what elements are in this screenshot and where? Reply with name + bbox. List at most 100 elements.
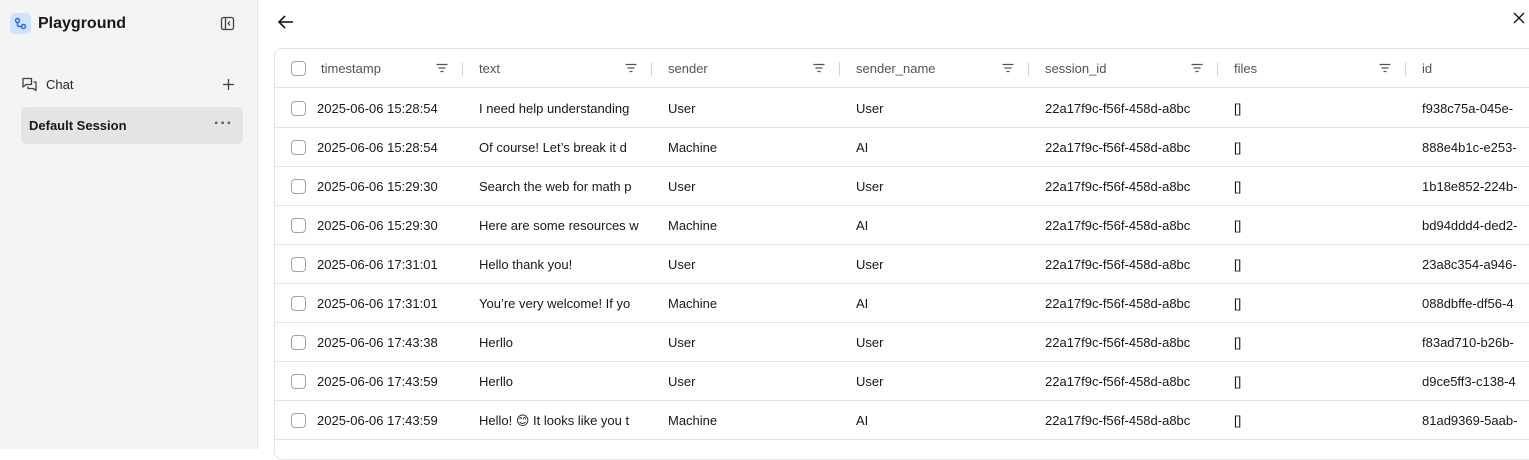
cell-files: [] [1234,256,1242,272]
cell-timestamp: 2025-06-06 15:29:30 [317,217,438,233]
table-row[interactable]: 2025-06-06 17:43:59 Herllo User User 22a17f9… [275,362,1529,401]
table-row[interactable]: 2025-06-06 15:29:30 Search the web for ma… [275,167,1529,206]
cell-timestamp: 2025-06-06 15:29:30 [317,178,438,194]
cell-files: [] [1234,412,1242,428]
row-checkbox[interactable] [291,217,306,233]
column-divider[interactable] [1217,62,1218,76]
cell-text: Herllo [479,334,513,350]
cell-text: Of course! Let’s break it d [479,139,627,155]
filter-icon[interactable] [1190,61,1204,75]
row-checkbox[interactable] [291,178,306,194]
cell-id: 888e4b1c-e253- [1422,139,1517,155]
close-icon [1513,12,1525,24]
cell-session-id: 22a17f9c-f56f-458d-a8bc [1045,295,1191,311]
column-divider[interactable] [839,62,840,76]
column-header-text[interactable]: text [479,49,639,88]
table-row[interactable]: 2025-06-06 17:31:01 Hello thank you! User U… [275,245,1529,284]
cell-files: [] [1234,139,1242,155]
table-row[interactable]: 2025-06-06 15:28:54 Of course! Let’s brea… [275,128,1529,167]
back-button[interactable] [276,12,296,32]
table-row[interactable]: 2025-06-06 17:31:01 You’re very welcome! … [275,284,1529,323]
cell-timestamp: 2025-06-06 15:28:54 [317,139,438,155]
cell-files: [] [1234,334,1242,350]
filter-icon[interactable] [812,61,826,75]
column-divider[interactable] [651,62,652,76]
cell-sender-name: User [856,100,884,116]
column-divider[interactable] [462,62,463,76]
sidebar: Playground Chat Default Session ··· [0,0,258,449]
cell-timestamp: 2025-06-06 17:43:38 [317,334,438,350]
row-checkbox[interactable] [291,373,306,389]
cell-sender-name: AI [856,295,869,311]
cell-text: Here are some resources w [479,217,639,233]
filter-icon[interactable] [624,61,638,75]
row-checkbox[interactable] [291,256,306,272]
row-checkbox[interactable] [291,412,306,428]
column-header-files[interactable]: files [1234,49,1384,88]
column-header-sender[interactable]: sender [668,49,818,88]
filter-icon[interactable] [435,61,449,75]
cell-files: [] [1234,373,1242,389]
cell-sender: Machine [668,139,718,155]
cell-files: [] [1234,100,1242,116]
cell-files: [] [1234,217,1242,233]
plus-icon [222,78,234,90]
row-checkbox[interactable] [291,139,306,155]
cell-files: [] [1234,178,1242,194]
cell-id: d9ce5ff3-c138-4 [1422,373,1516,389]
column-header-session-id[interactable]: session_id [1045,49,1205,88]
cell-sender-name: User [856,334,884,350]
chat-bubbles-icon [22,77,37,92]
cell-sender-name: AI [856,412,869,428]
cell-session-id: 22a17f9c-f56f-458d-a8bc [1045,334,1191,350]
arrow-left-icon [277,15,293,29]
app-title: Playground [38,15,127,32]
column-header-sender-name[interactable]: sender_name [856,49,1006,88]
cell-sender: Machine [668,412,718,428]
cell-sender-name: User [856,373,884,389]
filter-icon[interactable] [1378,61,1392,75]
cell-files: [] [1234,295,1242,311]
filter-icon[interactable] [1001,61,1015,75]
cell-id: 23a8c354-a946- [1422,256,1517,272]
new-chat-button[interactable] [219,75,237,93]
table-row[interactable]: 2025-06-06 17:43:59 Hello! 😊 It looks lik… [275,401,1529,440]
cell-text: Herllo [479,373,513,389]
cell-sender: User [668,178,696,194]
cell-sender: Machine [668,217,718,233]
row-checkbox[interactable] [291,295,306,311]
cell-session-id: 22a17f9c-f56f-458d-a8bc [1045,217,1191,233]
cell-sender: Machine [668,295,718,311]
cell-session-id: 22a17f9c-f56f-458d-a8bc [1045,139,1191,155]
chat-section-label: Chat [46,77,74,92]
table-row[interactable]: 2025-06-06 15:28:54 I need help understan… [275,89,1529,128]
close-button[interactable] [1510,9,1528,27]
cell-timestamp: 2025-06-06 17:31:01 [317,256,438,272]
sidebar-collapse-button[interactable] [219,15,236,32]
table-row[interactable]: 2025-06-06 17:43:38 Herllo User User 22a17f9… [275,323,1529,362]
cell-text: Hello! 😊 It looks like you t [479,412,630,428]
cell-id: f938c75a-045e- [1422,100,1514,116]
cell-sender-name: User [856,178,884,194]
row-checkbox[interactable] [291,100,306,116]
column-divider[interactable] [1028,62,1029,76]
session-item-default[interactable]: Default Session ··· [21,107,243,144]
cell-sender-name: AI [856,139,869,155]
cell-sender: User [668,334,696,350]
table-row[interactable]: 2025-06-06 15:29:30 Here are some resourc… [275,206,1529,245]
cell-text: I need help understanding [479,100,630,116]
session-more-button[interactable]: ··· [214,107,233,140]
cell-session-id: 22a17f9c-f56f-458d-a8bc [1045,100,1191,116]
select-all-checkbox[interactable] [291,61,306,76]
cell-id: bd94ddd4-ded2- [1422,217,1518,233]
cell-sender: User [668,373,696,389]
session-label: Default Session [29,118,127,133]
column-divider[interactable] [1405,62,1406,76]
sidebar-collapse-icon [220,16,235,31]
column-header-id[interactable]: id [1422,49,1529,88]
cell-id: 81ad9369-5aab- [1422,412,1518,428]
cell-timestamp: 2025-06-06 15:28:54 [317,100,438,116]
row-checkbox[interactable] [291,334,306,350]
cell-sender: User [668,100,696,116]
cell-sender-name: AI [856,217,869,233]
